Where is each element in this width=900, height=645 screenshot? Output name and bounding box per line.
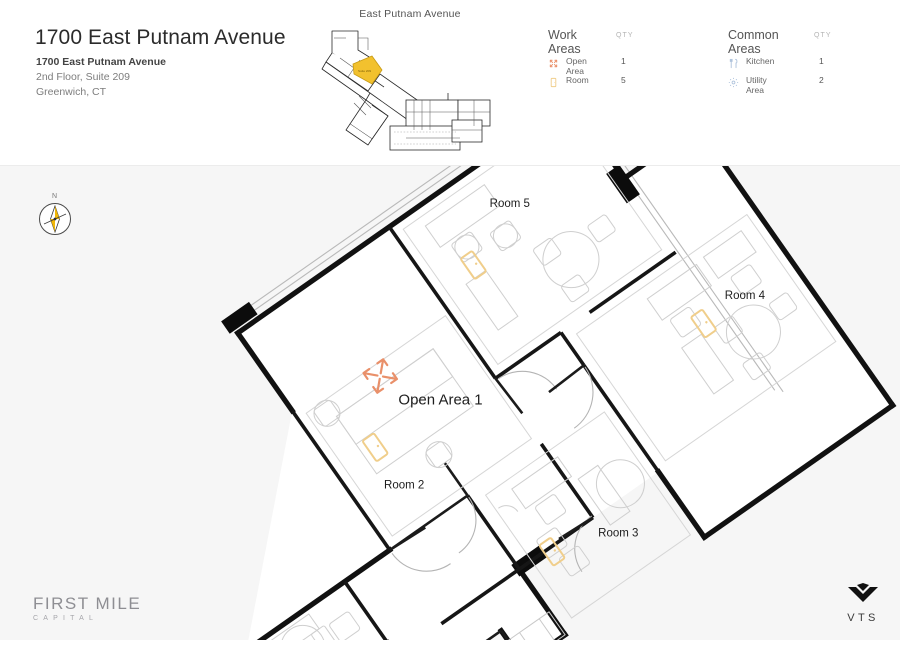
property-name: 1700 East Putnam Avenue	[36, 56, 166, 68]
legend-item-label: Room	[566, 75, 589, 85]
label-room-2: Room 2	[384, 480, 424, 492]
brand-name-line1: FIRST MILE	[33, 594, 142, 613]
first-mile-capital-logo: FIRST MILE CAPITAL	[33, 594, 153, 626]
vts-logo[interactable]: VTS	[838, 583, 888, 628]
building-minimap[interactable]: East Putnam Avenue Suite 209	[310, 8, 510, 158]
minimap-title: East Putnam Avenue	[359, 8, 461, 20]
legend-item-qty: 1	[819, 56, 824, 66]
floorplan-drawing[interactable]: Open Area 1 Room 5 Room 4 Room 3 Room 2 …	[0, 83, 900, 645]
floorplan-svg: Open Area 1 Room 5 Room 4 Room 3 Room 2 …	[221, 83, 897, 645]
svg-text:Suite 209: Suite 209	[358, 69, 371, 73]
floorplan-page: 1700 East Putnam Avenue 1700 East Putnam…	[0, 0, 900, 645]
legend-item-label: Open Area	[566, 56, 587, 76]
minimap-svg: Suite 209	[321, 30, 491, 151]
legend-title: Common Areas	[728, 28, 779, 56]
label-room-5: Room 5	[490, 198, 530, 210]
label-room-4: Room 4	[725, 290, 766, 302]
page-title: 1700 East Putnam Avenue	[35, 26, 286, 49]
kitchen-icon	[728, 56, 739, 69]
legend-item-qty: 2	[819, 75, 824, 85]
legend-item-qty: 1	[621, 56, 626, 66]
legend-qty-header: QTY	[616, 32, 634, 39]
utility-gear-icon	[728, 75, 739, 88]
city-state-line: Greenwich, CT	[36, 86, 107, 98]
legend-qty-header: QTY	[814, 32, 832, 39]
vts-mark-icon	[848, 583, 878, 602]
label-open-area-1: Open Area 1	[398, 392, 482, 409]
legend-title: Work Areas	[548, 28, 581, 56]
legend-item-qty: 5	[621, 75, 626, 85]
vts-wordmark: VTS	[847, 612, 879, 624]
legend-item-label: Kitchen	[746, 56, 775, 66]
open-area-icon	[548, 56, 559, 68]
room-door-icon	[548, 75, 559, 88]
label-room-3: Room 3	[598, 527, 638, 539]
suite-line: 2nd Floor, Suite 209	[36, 71, 130, 83]
legend-item-label: Utility Area	[746, 75, 767, 95]
brand-name-line2: CAPITAL	[33, 615, 99, 622]
